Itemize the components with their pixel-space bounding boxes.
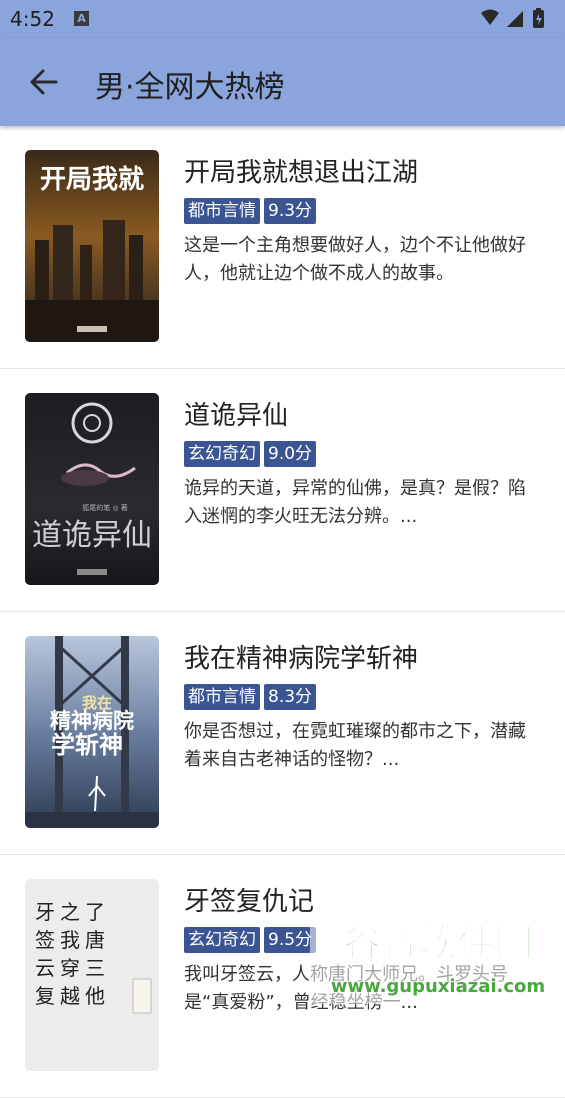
app-bar: 男·全网大热榜 xyxy=(0,38,565,126)
page-title: 男·全网大热榜 xyxy=(95,70,285,105)
book-title: 我在精神病院学斩神 xyxy=(184,644,419,674)
wifi-icon xyxy=(481,9,499,25)
cover-author: 狐尾的笔 ◎ 著 xyxy=(82,503,128,512)
book-cover[interactable]: 牙 签 云 复 之 我 穿 越 了 唐 三 他 xyxy=(25,879,159,1071)
cover-char: 签 xyxy=(35,928,55,952)
book-title: 开局我就想退出江湖 xyxy=(184,158,419,188)
cover-char: 三 xyxy=(85,956,105,980)
score-badge: 9.5分 xyxy=(264,927,317,953)
watermark-url: www.gupuxiazai.com xyxy=(331,976,545,997)
book-description: 你是否想过，在霓虹璀璨的都市之下，潜藏着来自古老神话的怪物？... xyxy=(184,721,526,770)
book-description: 这是一个主角想要做好人，边个不让他做好人，他就让边个做不成人的故事。 xyxy=(184,235,526,284)
score-badge: 8.3分 xyxy=(264,684,317,710)
cover-char: 牙 xyxy=(35,900,55,924)
score-badge: 9.0分 xyxy=(264,441,317,467)
book-tags: 玄幻奇幻 9.5分 xyxy=(184,927,317,953)
list-item[interactable]: 开局我就 开局我就想退出江湖 都市言情 9.3分 这是一个主角想要做好人，边个不… xyxy=(0,126,565,369)
book-tags: 都市言情 9.3分 xyxy=(184,198,317,224)
status-time: 4:52 xyxy=(10,7,55,31)
score-badge: 9.3分 xyxy=(264,198,317,224)
system-icons xyxy=(481,8,544,28)
category-badge: 都市言情 xyxy=(184,684,260,710)
cover-char: 他 xyxy=(85,984,105,1008)
status-bar: 4:52 A xyxy=(0,0,565,38)
book-cover[interactable]: 狐尾的笔 ◎ 著 道诡异仙 xyxy=(25,393,159,585)
list-item[interactable]: 狐尾的笔 ◎ 著 道诡异仙 道诡异仙 玄幻奇幻 9.0分 诡异的天道，异常的仙佛… xyxy=(0,369,565,612)
cover-char: 了 xyxy=(85,900,105,924)
book-title: 道诡异仙 xyxy=(184,401,289,431)
book-title: 牙签复仇记 xyxy=(184,887,315,917)
category-badge: 都市言情 xyxy=(184,198,260,224)
cover-title-line1: 精神病院 xyxy=(50,709,134,733)
watermark-logo: 谷普软件园 www.gupuxiazai.com xyxy=(310,912,565,1004)
cover-char: 云 xyxy=(35,956,55,980)
book-tags: 都市言情 8.3分 xyxy=(184,684,317,710)
cover-title: 开局我就 xyxy=(40,165,144,195)
cover-title: 道诡异仙 xyxy=(32,518,152,553)
book-cover[interactable]: 开局我就 xyxy=(25,150,159,342)
signal-icon xyxy=(507,11,523,27)
arrow-left-icon[interactable] xyxy=(24,60,64,104)
watermark-brand: 谷普软件园 xyxy=(343,921,533,965)
book-cover[interactable]: 我在 精神病院 学斩神 xyxy=(25,636,159,828)
book-description: 诡异的天道，异常的仙佛，是真？是假？陷入迷惘的李火旺无法分辨。... xyxy=(184,478,526,527)
book-tags: 玄幻奇幻 9.0分 xyxy=(184,441,317,467)
cover-char: 之 xyxy=(60,900,80,924)
category-badge: 玄幻奇幻 xyxy=(184,441,260,467)
cover-char: 唐 xyxy=(85,928,105,952)
cover-title-line2: 学斩神 xyxy=(51,731,123,759)
list-item[interactable]: 我在 精神病院 学斩神 我在精神病院学斩神 都市言情 8.3分 你是否想过，在霓… xyxy=(0,612,565,855)
a-icon: A xyxy=(74,11,89,26)
cover-char: 复 xyxy=(35,984,55,1008)
category-badge: 玄幻奇幻 xyxy=(184,927,260,953)
cover-char: 我 xyxy=(60,928,80,952)
cover-char: 穿 xyxy=(60,956,80,980)
cover-char: 越 xyxy=(60,984,80,1008)
